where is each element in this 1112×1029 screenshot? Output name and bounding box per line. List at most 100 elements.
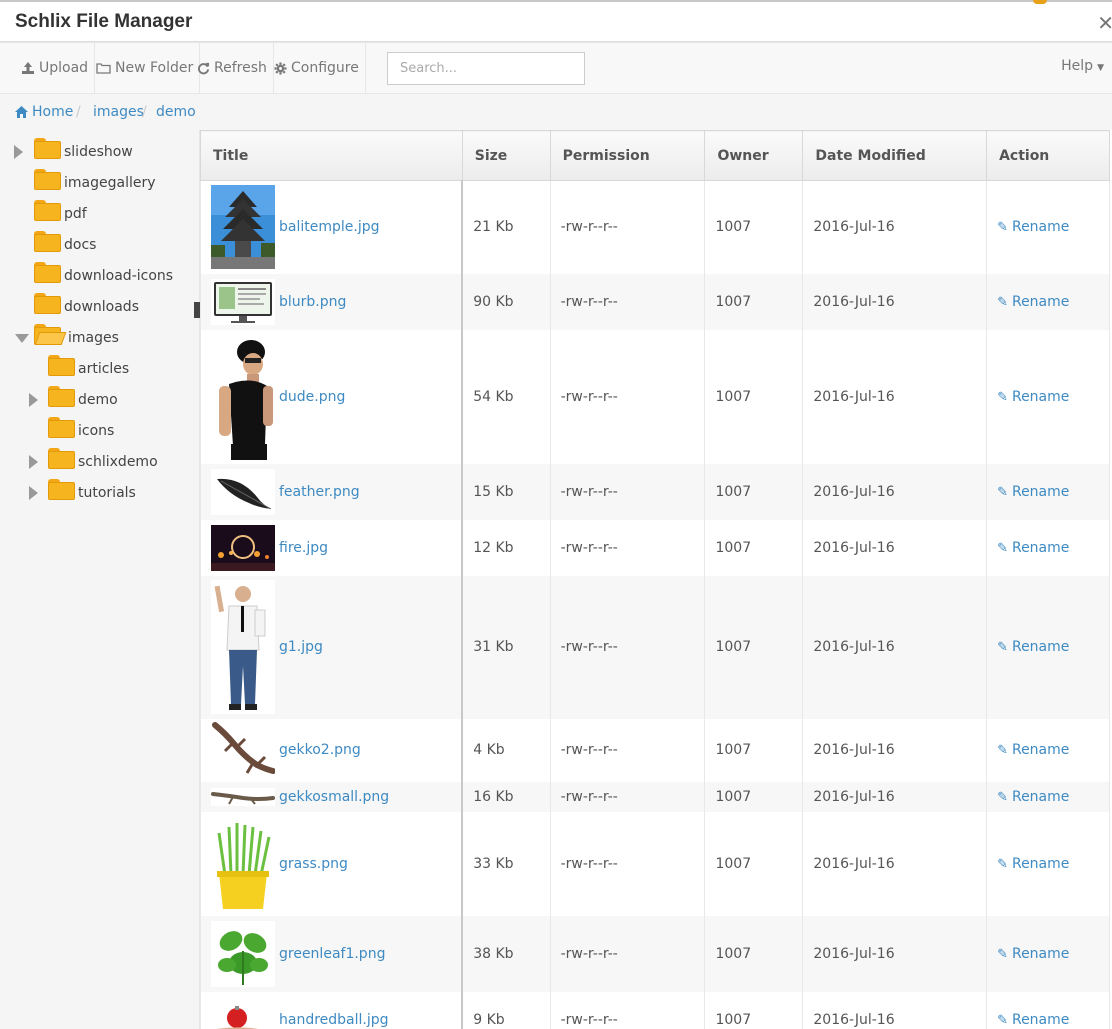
new-folder-button[interactable]: New Folder <box>90 43 201 93</box>
action-cell: ✎ Rename <box>986 718 1110 782</box>
thumbnail-image[interactable] <box>211 333 275 460</box>
thumbnail-image[interactable] <box>211 920 275 987</box>
action-cell: ✎ Rename <box>986 329 1110 464</box>
date-cell: 2016-Jul-16 <box>802 519 988 576</box>
rename-label: Rename <box>1011 388 1070 405</box>
tree-item-schlixdemo[interactable]: schlixdemo <box>78 454 158 470</box>
file-name-link[interactable]: greenleaf1.png <box>279 946 385 962</box>
rename-link[interactable]: ✎ Rename <box>997 540 1069 556</box>
tree-item-icons[interactable]: icons <box>78 423 114 439</box>
tree-item-imagegallery[interactable]: imagegallery <box>64 175 156 191</box>
thumbnail-image[interactable] <box>211 185 275 270</box>
permission-cell: -rw-r--r-- <box>549 991 706 1029</box>
date-cell: 2016-Jul-16 <box>802 463 988 520</box>
thumbnail-image[interactable] <box>211 818 275 909</box>
column-header-date-modified[interactable]: Date Modified <box>802 130 988 181</box>
gear-icon <box>274 61 287 75</box>
date-cell: 2016-Jul-16 <box>802 915 988 992</box>
edit-icon: ✎ <box>997 856 1008 872</box>
column-header-owner[interactable]: Owner <box>704 130 804 181</box>
file-name-link[interactable]: balitemple.jpg <box>279 219 380 235</box>
tree-item-docs[interactable]: docs <box>64 237 96 253</box>
thumbnail-image[interactable] <box>211 999 275 1029</box>
file-name-link[interactable]: grass.png <box>279 856 348 872</box>
date-cell: 2016-Jul-16 <box>802 575 988 719</box>
thumbnail-image[interactable] <box>211 524 275 571</box>
column-header-size[interactable]: Size <box>461 130 551 181</box>
rename-link[interactable]: ✎ Rename <box>997 1012 1069 1028</box>
edit-icon: ✎ <box>997 484 1008 500</box>
column-header-action[interactable]: Action <box>986 130 1110 181</box>
file-name-link[interactable]: gekko2.png <box>279 742 361 758</box>
edit-icon: ✎ <box>997 1012 1008 1028</box>
folder-open-icon <box>34 324 67 345</box>
rename-link[interactable]: ✎ Rename <box>997 742 1069 758</box>
rename-link[interactable]: ✎ Rename <box>997 219 1069 235</box>
tree-item-tutorials[interactable]: tutorials <box>78 485 136 501</box>
file-name-link[interactable]: g1.jpg <box>279 639 323 655</box>
close-icon[interactable]: ✕ <box>1097 11 1112 35</box>
edit-icon: ✎ <box>997 743 1008 758</box>
rename-link[interactable]: ✎ Rename <box>997 856 1069 872</box>
breadcrumb-demo[interactable]: demo <box>156 104 196 120</box>
file-name-link[interactable]: fire.jpg <box>279 540 328 556</box>
upload-button[interactable]: Upload <box>15 43 96 93</box>
table-row: handredball.jpg 9 Kb -rw-r--r-- 1007 201… <box>200 991 1110 1029</box>
tree-item-slideshow[interactable]: slideshow <box>64 144 133 160</box>
table-row: fire.jpg 12 Kb -rw-r--r-- 1007 2016-Jul-… <box>200 519 1110 576</box>
date-cell: 2016-Jul-16 <box>802 273 988 330</box>
refresh-label: Refresh <box>214 60 267 76</box>
rename-link[interactable]: ✎ Rename <box>997 789 1069 805</box>
configure-button[interactable]: Configure <box>268 43 366 93</box>
thumbnail-image[interactable] <box>211 278 275 325</box>
expand-icon[interactable] <box>29 393 38 407</box>
edit-icon: ✎ <box>997 640 1008 655</box>
thumbnail-image[interactable] <box>211 468 275 515</box>
rename-link[interactable]: ✎ Rename <box>997 294 1069 310</box>
refresh-icon <box>197 62 210 74</box>
breadcrumb-home[interactable]: Home <box>32 104 73 120</box>
table-row: gekkosmall.png 16 Kb -rw-r--r-- 1007 201… <box>200 781 1110 812</box>
tree-item-download-icons[interactable]: download-icons <box>64 268 173 284</box>
folder-icon <box>48 417 75 438</box>
tree-item-images[interactable]: images <box>68 330 119 346</box>
rename-link[interactable]: ✎ Rename <box>997 484 1069 500</box>
rename-label: Rename <box>1011 539 1070 556</box>
tree-item-pdf[interactable]: pdf <box>64 206 87 222</box>
thumbnail-image[interactable] <box>211 721 275 779</box>
breadcrumb-images[interactable]: images <box>93 104 144 120</box>
title-cell: g1.jpg <box>200 575 464 719</box>
new-folder-label: New Folder <box>115 60 194 76</box>
table-row: balitemple.jpg 21 Kb -rw-r--r-- 1007 201… <box>200 180 1110 274</box>
tree-item-articles[interactable]: articles <box>78 361 129 377</box>
file-name-link[interactable]: handredball.jpg <box>279 1012 389 1028</box>
expand-icon[interactable] <box>29 455 38 469</box>
folder-icon <box>48 355 75 376</box>
thumbnail-image[interactable] <box>211 787 275 806</box>
tree-item-downloads[interactable]: downloads <box>64 299 139 315</box>
tree-item-demo[interactable]: demo <box>78 392 118 408</box>
file-name-link[interactable]: blurb.png <box>279 294 346 310</box>
upload-icon <box>22 62 34 74</box>
refresh-button[interactable]: Refresh <box>191 43 274 93</box>
collapse-icon[interactable] <box>15 334 29 343</box>
rename-link[interactable]: ✎ Rename <box>997 639 1069 655</box>
thumbnail-image[interactable] <box>211 580 275 714</box>
file-name-link[interactable]: feather.png <box>279 484 360 500</box>
help-dropdown[interactable]: Help ▼ <box>1061 58 1104 74</box>
column-header-permission[interactable]: Permission <box>549 130 706 181</box>
rename-link[interactable]: ✎ Rename <box>997 389 1069 405</box>
search-input[interactable] <box>387 52 585 85</box>
column-header-title[interactable]: Title <box>200 130 463 181</box>
file-name-link[interactable]: dude.png <box>279 389 345 405</box>
title-cell: gekko2.png <box>200 718 464 782</box>
rename-link[interactable]: ✎ Rename <box>997 946 1069 962</box>
edit-icon: ✎ <box>997 946 1008 962</box>
action-cell: ✎ Rename <box>986 811 1110 916</box>
expand-icon[interactable] <box>14 145 23 159</box>
size-cell: 16 Kb <box>461 781 551 812</box>
file-name-link[interactable]: gekkosmall.png <box>279 789 389 805</box>
table-row: dude.png 54 Kb -rw-r--r-- 1007 2016-Jul-… <box>200 329 1110 464</box>
expand-icon[interactable] <box>29 486 38 500</box>
permission-cell: -rw-r--r-- <box>549 463 706 520</box>
